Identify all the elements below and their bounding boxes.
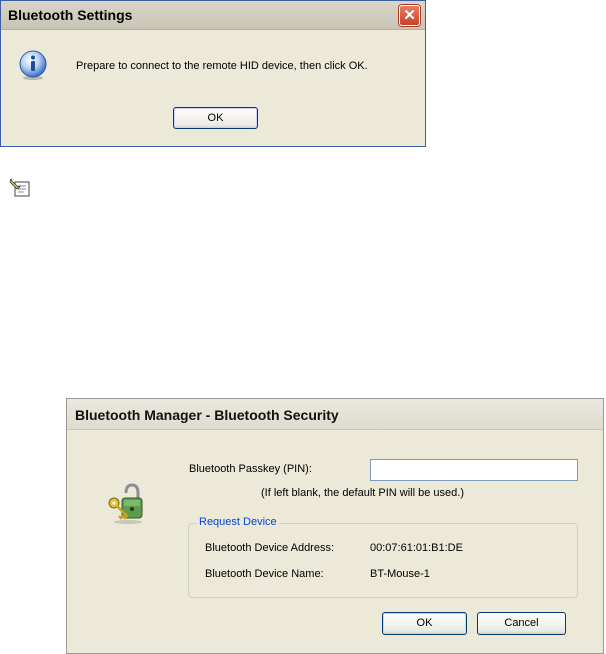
dialog-title: Bluetooth Settings: [8, 7, 133, 23]
device-name-label: Bluetooth Device Name:: [205, 568, 324, 580]
passkey-hint: (If left blank, the default PIN will be …: [261, 487, 464, 499]
device-address-label: Bluetooth Device Address:: [205, 542, 335, 554]
title-bar: Bluetooth Manager - Bluetooth Security: [67, 399, 603, 430]
dialog-message: Prepare to connect to the remote HID dev…: [76, 60, 368, 72]
passkey-input[interactable]: [370, 459, 578, 481]
request-device-group: Request Device Bluetooth Device Address:…: [188, 516, 578, 598]
information-icon: [19, 50, 47, 80]
close-icon: ✕: [403, 7, 416, 24]
ok-button[interactable]: OK: [173, 107, 258, 129]
close-button[interactable]: ✕: [399, 5, 420, 26]
device-address-value: 00:07:61:01:B1:DE: [370, 542, 463, 554]
group-legend: Request Device: [197, 516, 279, 528]
passkey-label: Bluetooth Passkey (PIN):: [189, 463, 312, 475]
bluetooth-security-dialog: Bluetooth Manager - Bluetooth Security B…: [66, 398, 604, 654]
lock-key-icon: [108, 483, 143, 524]
title-bar: Bluetooth Settings ✕: [1, 1, 425, 30]
note-pencil-icon: [9, 179, 30, 197]
device-name-value: BT-Mouse-1: [370, 568, 430, 580]
ok-button[interactable]: OK: [382, 612, 467, 635]
bluetooth-settings-dialog: Bluetooth Settings ✕ Prepare to connect …: [0, 0, 426, 147]
dialog-title: Bluetooth Manager - Bluetooth Security: [75, 407, 339, 423]
cancel-button[interactable]: Cancel: [477, 612, 566, 635]
